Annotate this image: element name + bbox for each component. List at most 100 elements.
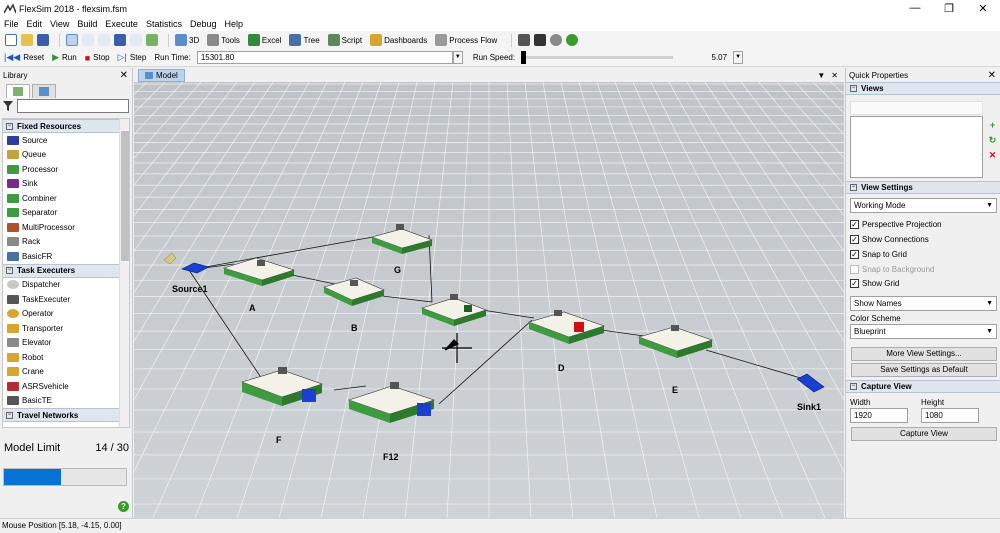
- library-item-transporter[interactable]: Transporter: [3, 321, 129, 336]
- online-help-icon[interactable]: [566, 34, 579, 46]
- section-capture-view[interactable]: − Capture View: [846, 380, 1000, 393]
- save-icon[interactable]: [37, 34, 49, 46]
- toolbar-excel-button[interactable]: Excel: [247, 34, 281, 46]
- capture-view-button[interactable]: Capture View: [851, 427, 997, 441]
- checkbox-snap-to-grid[interactable]: ✓: [850, 250, 859, 259]
- settings-globe-icon[interactable]: [550, 34, 563, 46]
- run-button[interactable]: ▶ Run: [52, 52, 77, 63]
- layout-icon[interactable]: [146, 34, 158, 46]
- tab-library-objects[interactable]: [6, 84, 30, 98]
- tab-model[interactable]: Model: [138, 68, 185, 82]
- menu-edit[interactable]: Edit: [27, 19, 43, 29]
- stop-button[interactable]: ■ Stop: [85, 53, 110, 63]
- label-g: G: [394, 265, 401, 275]
- views-list[interactable]: [850, 116, 983, 178]
- toolbar-process-flow-button[interactable]: Process Flow: [435, 34, 497, 46]
- toolbar-script-button[interactable]: Script: [327, 34, 362, 46]
- experimenter-icon[interactable]: [518, 34, 531, 46]
- menu-file[interactable]: File: [4, 19, 19, 29]
- capture-width-input[interactable]: 1920: [850, 408, 908, 423]
- new-icon[interactable]: [5, 34, 17, 46]
- toolbar-3d-button[interactable]: 3D: [175, 34, 199, 46]
- library-item-combiner[interactable]: Combiner: [3, 191, 129, 206]
- library-item-sink[interactable]: Sink: [3, 177, 129, 192]
- checkbox-perspective[interactable]: ✓: [850, 220, 859, 229]
- model-3d-view[interactable]: Source1 A B G D E F F12 Sink1: [134, 82, 844, 518]
- run-speed-dropdown[interactable]: ▼: [733, 51, 744, 64]
- checkbox-show-connections[interactable]: ✓: [850, 235, 859, 244]
- add-view-icon[interactable]: +: [987, 120, 998, 131]
- group-task-executers[interactable]: − Task Executers: [3, 263, 129, 278]
- library-item-asrsvehicle[interactable]: ASRSvehicle: [3, 379, 129, 394]
- group-travel-networks[interactable]: − Travel Networks: [3, 408, 129, 422]
- library-item-robot[interactable]: Robot: [3, 350, 129, 365]
- close-icon[interactable]: ✕: [120, 70, 128, 81]
- close-window-button[interactable]: ✕: [966, 2, 1000, 15]
- close-icon[interactable]: ✕: [831, 71, 838, 80]
- menu-view[interactable]: View: [50, 19, 69, 29]
- run-speed-slider-thumb[interactable]: [521, 51, 527, 64]
- library-scrollbar-thumb[interactable]: [121, 131, 129, 261]
- refresh-view-icon[interactable]: ↻: [987, 135, 998, 146]
- model-scene[interactable]: Source1 A B G D E F F12 Sink1: [134, 82, 844, 518]
- connect-mode-icon[interactable]: [82, 34, 94, 46]
- menu-help[interactable]: Help: [224, 19, 243, 29]
- menu-debug[interactable]: Debug: [190, 19, 217, 29]
- menu-execute[interactable]: Execute: [105, 19, 138, 29]
- library-item-separator[interactable]: Separator: [3, 206, 129, 221]
- save-settings-default-button[interactable]: Save Settings as Default: [851, 363, 997, 377]
- library-item-taskexecuter[interactable]: TaskExecuter: [3, 292, 129, 307]
- toolbar-tree-button[interactable]: Tree: [289, 34, 320, 46]
- statistics-icon[interactable]: [534, 34, 547, 46]
- help-icon[interactable]: ?: [118, 501, 129, 512]
- library-item-processor[interactable]: Processor: [3, 162, 129, 177]
- object-mode-icon[interactable]: [98, 34, 110, 46]
- grouping-icon[interactable]: [130, 34, 142, 46]
- transporter-icon: [7, 323, 19, 333]
- toolbar-tools-button[interactable]: Tools: [207, 34, 240, 46]
- library-item-crane[interactable]: Crane: [3, 365, 129, 380]
- library-item-basicte[interactable]: BasicTE: [3, 394, 129, 409]
- delete-view-icon[interactable]: ✕: [987, 150, 998, 161]
- section-views[interactable]: − Views: [846, 82, 1000, 95]
- library-item-rack[interactable]: Rack: [3, 235, 129, 250]
- perspective-projection-checkbox[interactable]: ✓ Perspective Projection: [850, 218, 942, 231]
- more-view-settings-button[interactable]: More View Settings...: [851, 347, 997, 361]
- color-scheme-select[interactable]: Blueprint ▼: [850, 324, 997, 339]
- library-item-operator[interactable]: Operator: [3, 307, 129, 322]
- close-icon[interactable]: ✕: [988, 70, 996, 81]
- maximize-button[interactable]: ❐: [932, 2, 966, 15]
- checkbox-show-grid[interactable]: ✓: [850, 279, 859, 288]
- show-names-select[interactable]: Show Names ▼: [850, 296, 997, 311]
- working-mode-select[interactable]: Working Mode ▼: [850, 198, 997, 213]
- run-time-dropdown[interactable]: ▼: [452, 51, 463, 64]
- library-item-dispatcher[interactable]: Dispatcher: [3, 278, 129, 293]
- minimize-button[interactable]: —: [898, 2, 932, 15]
- library-item-queue[interactable]: Queue: [3, 148, 129, 163]
- toolbar-dashboards-button[interactable]: Dashboards: [370, 34, 427, 46]
- library-scrollbar[interactable]: [119, 119, 129, 427]
- menu-build[interactable]: Build: [77, 19, 97, 29]
- tab-library-user[interactable]: [32, 84, 56, 98]
- show-grid-checkbox[interactable]: ✓ Show Grid: [850, 277, 899, 290]
- library-filter-input[interactable]: [17, 99, 129, 113]
- library-item-elevator[interactable]: Elevator: [3, 336, 129, 351]
- snap-to-grid-checkbox[interactable]: ✓ Snap to Grid: [850, 248, 907, 261]
- dashboards-icon: [370, 34, 383, 46]
- menu-statistics[interactable]: Statistics: [146, 19, 182, 29]
- step-button[interactable]: ▷| Step: [118, 52, 147, 63]
- library-item-basicfr[interactable]: BasicFR: [3, 249, 129, 264]
- pointer-mode-icon[interactable]: [66, 34, 78, 46]
- show-connections-checkbox[interactable]: ✓ Show Connections: [850, 233, 929, 246]
- select-mode-icon[interactable]: [114, 34, 126, 46]
- library-item-multiprocessor[interactable]: MultiProcessor: [3, 220, 129, 235]
- run-speed-slider[interactable]: [521, 51, 674, 64]
- run-time-field[interactable]: 15301.80: [196, 51, 453, 64]
- open-icon[interactable]: [21, 34, 33, 46]
- group-fixed-resources[interactable]: − Fixed Resources: [3, 119, 129, 133]
- reset-button[interactable]: |◀◀ Reset: [4, 52, 44, 63]
- tab-dropdown-icon[interactable]: ▼: [817, 71, 825, 80]
- capture-height-input[interactable]: 1080: [921, 408, 979, 423]
- library-item-source[interactable]: Source: [3, 133, 129, 148]
- section-view-settings[interactable]: − View Settings: [846, 181, 1000, 194]
